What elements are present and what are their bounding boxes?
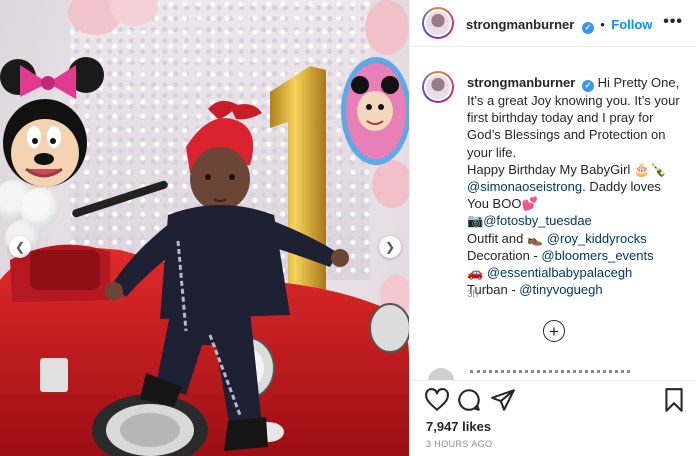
mention-link[interactable]: @roy_kiddyrocks xyxy=(547,231,647,246)
caption-text: Outfit and 👞 xyxy=(467,230,544,246)
post-caption: strongmanburner ✓ Hi Pretty One, It’s a … xyxy=(467,74,689,298)
plus-icon: + xyxy=(549,321,559,341)
more-options-icon[interactable]: ••• xyxy=(663,13,683,31)
caption-text: . Daddy loves xyxy=(582,179,661,195)
caption-text: It’s a great Joy knowing you. It’s your xyxy=(467,93,680,108)
post-actions: 7,947 likes 3 HOURS AGO xyxy=(410,380,696,456)
comment-icon[interactable] xyxy=(456,387,482,413)
separator-dot: • xyxy=(600,17,605,32)
caption-avatar[interactable] xyxy=(422,71,454,103)
baby-figure xyxy=(105,100,349,451)
car-emoji: 🚗 xyxy=(467,265,484,281)
avatar-image xyxy=(426,75,450,99)
caption-text: Decoration - xyxy=(467,247,542,263)
caption-username[interactable]: strongmanburner xyxy=(467,75,575,90)
post-header: strongmanburner ✓ • Follow ••• xyxy=(410,0,696,47)
bookmark-icon[interactable] xyxy=(661,387,687,413)
caption-timestamp[interactable]: 3h xyxy=(467,289,478,300)
avatar[interactable] xyxy=(422,7,454,39)
heart-icon[interactable] xyxy=(424,387,450,413)
caption-text: Hi Pretty One, xyxy=(597,75,680,90)
avatar-image xyxy=(426,11,450,35)
caption-text: your life. xyxy=(467,144,517,160)
caption-text: You BOO💕 xyxy=(467,196,538,212)
photo-prev-button[interactable]: ❮ xyxy=(9,236,31,258)
mention-link[interactable]: @bloomers_events xyxy=(541,248,653,263)
caption-text: first birthday today and I pray for xyxy=(467,110,654,126)
photo-next-button[interactable]: ❯ xyxy=(379,236,401,258)
comment-preview-clipped xyxy=(426,368,686,380)
post-details-panel: strongmanburner ✓ • Follow ••• strongman… xyxy=(409,0,696,456)
chevron-left-icon: ❮ xyxy=(14,240,26,254)
verified-badge-icon: ✓ xyxy=(581,22,594,34)
mention-link[interactable]: @essentialbabypalacegh xyxy=(487,265,632,280)
verified-badge-icon: ✓ xyxy=(581,80,594,92)
camera-emoji: 📷 xyxy=(467,213,484,229)
follow-button[interactable]: Follow xyxy=(611,17,652,32)
header-username[interactable]: strongmanburner xyxy=(466,17,574,32)
mention-link[interactable]: @fotosby_tuesdae xyxy=(483,213,592,228)
balloon-pink xyxy=(365,0,409,55)
balloon-pink xyxy=(372,160,409,208)
like-count[interactable]: 7,947 likes xyxy=(426,419,491,434)
post-photo[interactable]: ❮ ❯ xyxy=(0,0,409,456)
load-more-comments-button[interactable]: + xyxy=(543,320,565,342)
caption-text: Happy Birthday My BabyGirl 🎂🍾 xyxy=(467,161,667,177)
minnie-round-balloon xyxy=(341,57,409,165)
mention-link[interactable]: @tinyvoguegh xyxy=(519,282,602,297)
mention-link[interactable]: @simonaoseistrong xyxy=(467,179,582,194)
chevron-right-icon: ❯ xyxy=(384,240,396,254)
caption-text: God’s Blessings and Protection on xyxy=(467,127,666,143)
comment-avatar xyxy=(428,368,454,380)
share-icon[interactable] xyxy=(490,387,516,413)
comment-text-clipped xyxy=(470,370,630,380)
post-timestamp[interactable]: 3 HOURS AGO xyxy=(426,439,492,449)
